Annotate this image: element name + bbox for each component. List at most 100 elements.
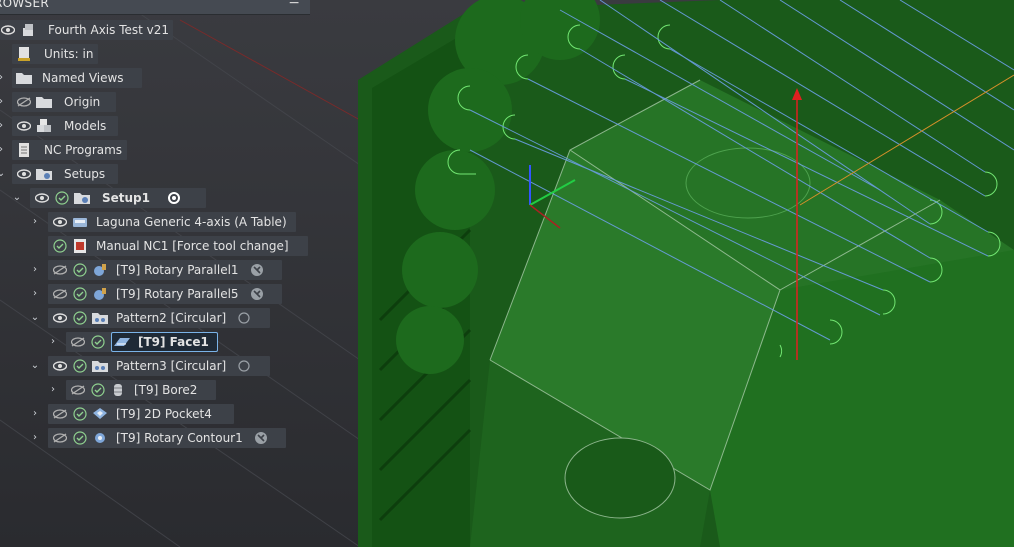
tree-item-label: [T9] Bore2 [134,383,198,397]
tree-item-label: Setups [64,167,106,181]
browser-title: ROWSER [0,0,49,10]
chevron-down-icon[interactable]: ⌄ [30,361,40,371]
document-icon [20,22,36,38]
tree-item-named-views[interactable]: › Named Views [0,68,142,88]
tree-item-label: Pattern2 [Circular] [116,311,227,325]
tree-item-units[interactable]: Units: in [12,44,98,64]
tree-item-setup1[interactable]: ⌄ Setup1 [12,188,206,208]
check-circle-icon [72,430,88,446]
eye-icon[interactable] [52,214,68,230]
chevron-right-icon[interactable]: › [0,73,6,83]
eye-hidden-icon[interactable] [52,262,68,278]
tree-item-label: Units: in [44,47,94,61]
tree-item-label: [T9] Rotary Parallel5 [116,287,239,301]
eye-icon[interactable] [52,358,68,374]
eye-icon[interactable] [52,310,68,326]
tree-item-label: Pattern3 [Circular] [116,359,227,373]
chevron-right-icon[interactable]: › [30,265,40,275]
status-circle-icon [236,358,252,374]
manual-nc-icon [72,238,88,254]
components-icon [36,118,52,134]
check-circle-icon [72,358,88,374]
nc-program-icon [16,142,32,158]
face-toolpath-icon [114,334,130,350]
eye-icon[interactable] [16,118,32,134]
tree-item-rotary-parallel1[interactable]: › [T9] Rotary Parallel1 [30,260,282,280]
tree-item-manual-nc1[interactable]: Manual NC1 [Force tool change] [30,236,308,256]
tree-item-root[interactable]: Fourth Axis Test v21 [0,20,173,40]
eye-icon[interactable] [16,166,32,182]
tree-item-label: NC Programs [44,143,123,157]
chevron-down-icon[interactable]: ⌄ [0,169,6,179]
check-circle-icon [72,286,88,302]
folder-icon [36,94,52,110]
rotary-contour-icon [92,430,108,446]
check-circle-icon [54,190,70,206]
warning-tool-icon [249,286,265,302]
check-circle-icon [90,334,106,350]
eye-hidden-icon[interactable] [52,430,68,446]
warning-tool-icon [249,262,265,278]
check-circle-icon [72,310,88,326]
eye-hidden-icon[interactable] [52,286,68,302]
tree-item-label: [T9] Rotary Parallel1 [116,263,239,277]
chevron-down-icon[interactable]: ⌄ [12,193,22,203]
active-setup-indicator-icon [166,190,182,206]
eye-icon[interactable] [0,22,16,38]
eye-hidden-icon[interactable] [16,94,32,110]
pocket-toolpath-icon [92,406,108,422]
chevron-right-icon[interactable]: › [30,409,40,419]
tree-item-label: [T9] 2D Pocket4 [116,407,212,421]
chevron-down-icon[interactable]: ⌄ [30,313,40,323]
eye-hidden-icon[interactable] [70,382,86,398]
folder-icon [16,70,32,86]
tree-item-label: Origin [64,95,101,109]
tree-item-label: Setup1 [102,191,150,205]
chevron-right-icon[interactable]: › [0,121,6,131]
check-circle-icon [72,262,88,278]
tree-item-face1[interactable]: › [T9] Face1 [48,332,218,352]
warning-tool-icon [253,430,269,446]
setup-folder-icon [74,190,90,206]
tree-item-2d-pocket4[interactable]: › [T9] 2D Pocket4 [30,404,234,424]
chevron-right-icon[interactable]: › [30,289,40,299]
eye-icon[interactable] [34,190,50,206]
machine-icon [72,214,88,230]
tree-item-label: [T9] Rotary Contour1 [116,431,243,445]
tree-item-label: Named Views [42,71,124,85]
eye-hidden-icon[interactable] [52,406,68,422]
tree-item-label: Models [64,119,107,133]
tree-item-rotary-parallel5[interactable]: › [T9] Rotary Parallel5 [30,284,282,304]
chevron-right-icon[interactable]: › [48,385,58,395]
chevron-right-icon[interactable]: › [30,217,40,227]
tree-item-models[interactable]: › Models [0,116,118,136]
chevron-right-icon[interactable]: › [30,433,40,443]
check-circle-icon [72,406,88,422]
bore-icon [110,382,126,398]
tree-item-pattern3[interactable]: ⌄ Pattern3 [Circular] [30,356,270,376]
check-circle-icon [90,382,106,398]
tree-item-setups[interactable]: ⌄ Setups [0,164,118,184]
selected-item-highlight: [T9] Face1 [111,332,218,352]
browser-panel-header: ROWSER − [0,0,310,15]
rotary-toolpath-icon [92,262,108,278]
tree-item-nc-programs[interactable]: › NC Programs [0,140,127,160]
chevron-right-icon[interactable]: › [0,97,6,107]
tree-item-origin[interactable]: › Origin [0,92,116,112]
tree-item-pattern2[interactable]: ⌄ Pattern2 [Circular] [30,308,270,328]
rotary-toolpath-icon [92,286,108,302]
tree-item-bore2[interactable]: › [T9] Bore2 [48,380,216,400]
tree-item-rotary-contour1[interactable]: › [T9] Rotary Contour1 [30,428,286,448]
tree-item-label: Manual NC1 [Force tool change] [96,239,289,253]
chevron-right-icon[interactable]: › [0,145,6,155]
tree-item-label: Fourth Axis Test v21 [48,23,170,37]
tree-item-machine[interactable]: › Laguna Generic 4-axis (A Table) [30,212,296,232]
chevron-right-icon[interactable]: › [48,337,58,347]
tree-item-label: Laguna Generic 4-axis (A Table) [96,215,287,229]
eye-hidden-icon[interactable] [70,334,86,350]
check-circle-icon [52,238,68,254]
tree-item-label: [T9] Face1 [138,335,209,349]
pattern-icon [92,358,108,374]
collapse-panel-button[interactable]: − [288,0,300,11]
status-circle-icon [236,310,252,326]
